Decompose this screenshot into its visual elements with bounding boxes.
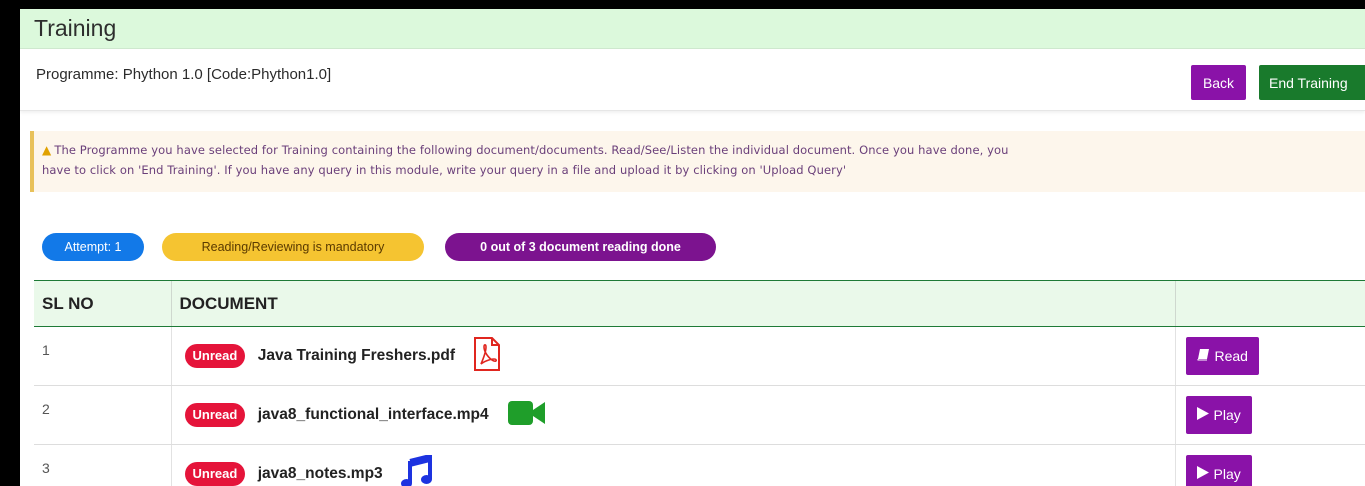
document-name[interactable]: Java Training Freshers.pdf [258, 347, 455, 364]
training-page: Training Programme: Phython 1.0 [Code:Ph… [20, 9, 1365, 486]
table-row: 1 Unread Java Training Freshers.pdf Read [34, 326, 1365, 386]
video-icon [507, 400, 547, 431]
row-document: Unread java8_functional_interface.mp4 [170, 385, 1175, 445]
play-button[interactable]: Play [1185, 396, 1252, 434]
row-action: Play [1174, 444, 1365, 486]
read-label: Read [1214, 348, 1248, 364]
music-icon [401, 452, 433, 486]
unread-badge: Unread [184, 344, 246, 368]
table-header-row: SL NO DOCUMENT [34, 280, 1365, 327]
table-row: 3 Unread java8_notes.mp3 Play [34, 444, 1365, 486]
end-training-button[interactable]: End Training [1259, 65, 1365, 100]
back-button[interactable]: Back [1191, 65, 1246, 100]
read-button[interactable]: Read [1185, 337, 1259, 375]
row-document: Unread java8_notes.mp3 [170, 444, 1175, 486]
documents-table: SL NO DOCUMENT 1 Unread Java Training Fr… [34, 280, 1365, 486]
header-sl-no: SL NO [34, 280, 171, 327]
header-action [1174, 280, 1365, 327]
pdf-icon [473, 336, 501, 376]
unread-badge: Unread [184, 462, 246, 486]
table-row: 2 Unread java8_functional_interface.mp4 [34, 385, 1365, 445]
programme-label: Programme: Phython 1.0 [Code:Phython1.0] [36, 66, 332, 83]
unread-badge: Unread [184, 403, 246, 427]
notice-line-1-text: The Programme you have selected for Trai… [54, 143, 1009, 157]
row-document: Unread Java Training Freshers.pdf [170, 326, 1175, 386]
progress-badge: 0 out of 3 document reading done [445, 233, 716, 261]
mandatory-badge: Reading/Reviewing is mandatory [162, 233, 424, 261]
play-label: Play [1213, 466, 1241, 482]
programme-bar: Programme: Phython 1.0 [Code:Phython1.0]… [20, 49, 1365, 111]
book-icon [1197, 348, 1210, 364]
page-title: Training [34, 15, 117, 41]
row-action: Play [1174, 385, 1365, 445]
play-icon [1196, 407, 1209, 423]
row-action: Read [1174, 326, 1365, 386]
header-document: DOCUMENT [170, 280, 1175, 327]
row-sl-no: 2 [34, 385, 171, 445]
document-name[interactable]: java8_notes.mp3 [258, 465, 383, 482]
play-button[interactable]: Play [1185, 455, 1252, 486]
document-name[interactable]: java8_functional_interface.mp4 [258, 406, 489, 423]
play-label: Play [1213, 407, 1241, 423]
attempt-badge: Attempt: 1 [42, 233, 144, 261]
title-bar: Training [20, 9, 1365, 49]
notice-line-2: have to click on 'End Training'. If you … [42, 163, 847, 177]
row-sl-no: 3 [34, 444, 171, 486]
instruction-notice: ▲ The Programme you have selected for Tra… [30, 131, 1365, 192]
row-sl-no: 1 [34, 326, 171, 386]
notice-line-1: ▲ The Programme you have selected for Tra… [42, 140, 1365, 160]
play-icon [1196, 466, 1209, 482]
warning-icon: ▲ [42, 143, 52, 157]
